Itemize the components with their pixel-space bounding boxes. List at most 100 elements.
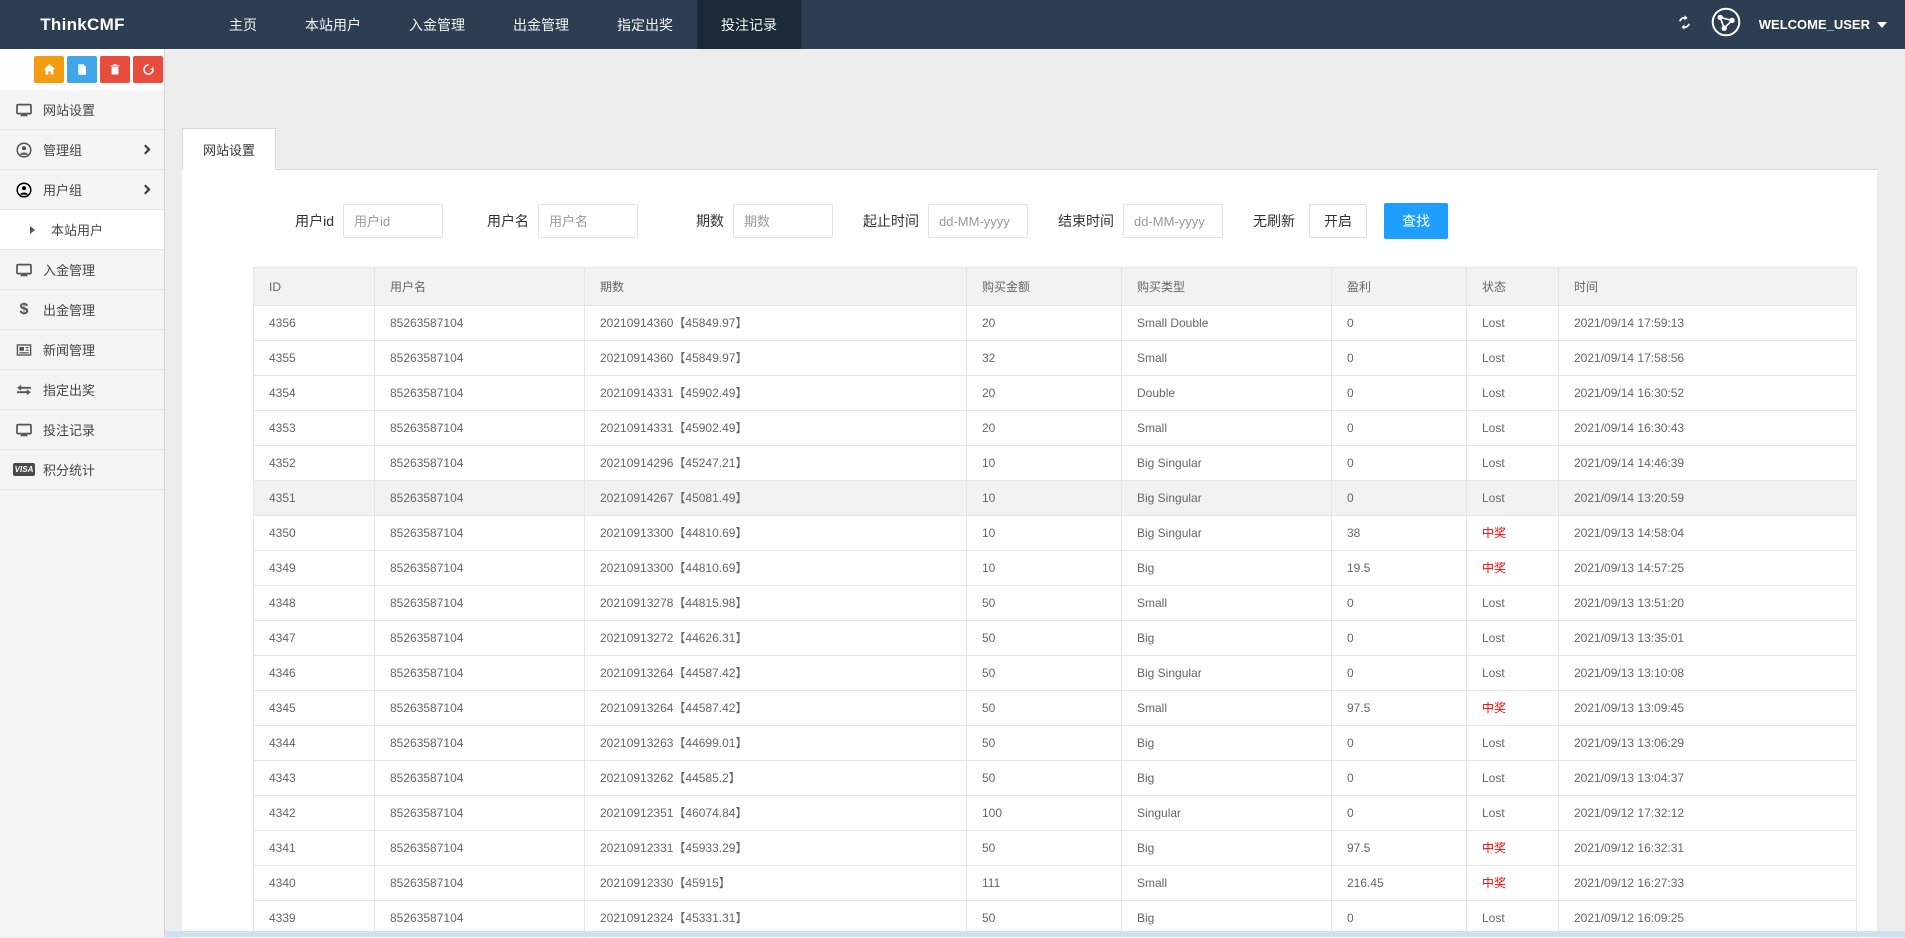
table-row: 43468526358710420210913264【44587.42】50Bi… <box>254 656 1857 691</box>
user-circle-icon <box>14 142 34 158</box>
file-button[interactable] <box>67 56 97 83</box>
status-cell: Lost <box>1467 761 1559 796</box>
table-row: 43428526358710420210912351【46074.84】100S… <box>254 796 1857 831</box>
column-header: 期数 <box>585 268 967 306</box>
table-row: 43558526358710420210914360【45849.97】32Sm… <box>254 341 1857 376</box>
status-cell: Lost <box>1467 621 1559 656</box>
sidebar: 网站设置管理组用户组本站用户入金管理$出金管理新闻管理指定出奖投注记录VISA积… <box>0 49 165 937</box>
user-circle-icon <box>14 182 34 198</box>
filter-input[interactable] <box>1123 204 1223 238</box>
no-refresh-label: 无刷新 <box>1253 211 1295 231</box>
sidebar-item[interactable]: 本站用户 <box>0 210 164 250</box>
sidebar-menu: 网站设置管理组用户组本站用户入金管理$出金管理新闻管理指定出奖投注记录VISA积… <box>0 90 164 490</box>
nav-item[interactable]: 本站用户 <box>281 0 385 49</box>
username-label: WELCOME_USER <box>1759 17 1870 32</box>
sidebar-item[interactable]: 指定出奖 <box>0 370 164 410</box>
search-button[interactable]: 查找 <box>1384 203 1448 239</box>
table-row: 43448526358710420210913263【44699.01】50Bi… <box>254 726 1857 761</box>
status-cell: Lost <box>1467 726 1559 761</box>
table-row: 43548526358710420210914331【45902.49】20Do… <box>254 376 1857 411</box>
dollar-icon: $ <box>14 301 34 319</box>
news-icon <box>14 342 34 358</box>
table-body: 43568526358710420210914360【45849.97】20Sm… <box>254 306 1857 938</box>
table-header-row: ID用户名期数购买金额购买类型盈利状态时间 <box>254 268 1857 306</box>
column-header: 时间 <box>1559 268 1857 306</box>
sidebar-item[interactable]: 用户组 <box>0 170 164 210</box>
table-row: 43478526358710420210913272【44626.31】50Bi… <box>254 621 1857 656</box>
app-logo[interactable]: ThinkCMF <box>0 0 165 49</box>
recycle-button[interactable] <box>133 56 163 83</box>
status-cell: 中奖 <box>1467 691 1559 726</box>
home-icon <box>43 63 56 76</box>
top-navbar: ThinkCMF 主页本站用户入金管理出金管理指定出奖投注记录 <box>0 0 1905 49</box>
filter-input[interactable] <box>733 204 833 238</box>
status-cell: 中奖 <box>1467 516 1559 551</box>
column-header: 盈利 <box>1332 268 1467 306</box>
tab-site-settings[interactable]: 网站设置 <box>182 128 276 170</box>
user-menu[interactable]: WELCOME_USER <box>1759 17 1887 32</box>
filter-label: 结束时间 <box>1028 211 1123 231</box>
status-cell: Lost <box>1467 446 1559 481</box>
table-row: 43438526358710420210913262【44585.2】50Big… <box>254 761 1857 796</box>
filter-fields: 用户id 用户名 期数 起止时间 结束时间 <box>248 204 1223 238</box>
status-cell: 中奖 <box>1467 831 1559 866</box>
filter-input[interactable] <box>538 204 638 238</box>
horizontal-scrollbar[interactable] <box>165 931 1905 937</box>
filter-bar: 用户id 用户名 期数 起止时间 结束时间 无刷新 开启 查找 <box>182 170 1877 239</box>
triangle-right-icon <box>30 226 35 234</box>
navbar-menu: 主页本站用户入金管理出金管理指定出奖投注记录 <box>205 0 801 49</box>
sidebar-item[interactable]: $出金管理 <box>0 290 164 330</box>
refresh-button[interactable] <box>1676 14 1693 36</box>
records-table: ID用户名期数购买金额购买类型盈利状态时间 435685263587104202… <box>253 267 1857 938</box>
home-button[interactable] <box>34 56 64 83</box>
table-row: 43528526358710420210914296【45247.21】10Bi… <box>254 446 1857 481</box>
visa-icon: VISA <box>14 463 34 476</box>
monitor-icon <box>14 262 34 278</box>
column-header: 购买类型 <box>1122 268 1332 306</box>
chevron-down-icon <box>1877 22 1887 28</box>
filter-label: 起止时间 <box>833 211 928 231</box>
user-avatar[interactable] <box>1711 7 1741 42</box>
status-cell: Lost <box>1467 341 1559 376</box>
nav-item[interactable]: 主页 <box>205 0 281 49</box>
status-cell: Lost <box>1467 411 1559 446</box>
file-icon <box>76 63 88 76</box>
status-cell: Lost <box>1467 376 1559 411</box>
monitor-icon <box>14 422 34 438</box>
status-cell: Lost <box>1467 796 1559 831</box>
status-cell: Lost <box>1467 481 1559 516</box>
sidebar-toolbar <box>0 49 164 90</box>
sidebar-item[interactable]: 管理组 <box>0 130 164 170</box>
filter-input[interactable] <box>928 204 1028 238</box>
records-table-wrap: ID用户名期数购买金额购买类型盈利状态时间 435685263587104202… <box>253 267 1857 938</box>
filter-input[interactable] <box>343 204 443 238</box>
no-refresh-toggle-button[interactable]: 开启 <box>1309 204 1367 238</box>
filter-label: 用户id <box>248 211 343 231</box>
sidebar-item[interactable]: 入金管理 <box>0 250 164 290</box>
column-header: 购买金额 <box>967 268 1122 306</box>
recycle-icon <box>142 63 155 76</box>
content-panel: 用户id用户名期数起止时间结束时间 无刷新 开启 查找 ID用户名期数购买金额购… <box>182 170 1877 938</box>
nav-item[interactable]: 指定出奖 <box>593 0 697 49</box>
refresh-icon <box>1676 14 1693 36</box>
sidebar-item[interactable]: 投注记录 <box>0 410 164 450</box>
chevron-right-icon <box>141 145 151 155</box>
trash-button[interactable] <box>100 56 130 83</box>
sidebar-item[interactable]: 网站设置 <box>0 90 164 130</box>
nav-item[interactable]: 投注记录 <box>697 0 801 49</box>
table-row: 43418526358710420210912331【45933.29】50Bi… <box>254 831 1857 866</box>
filter-label: 期数 <box>638 211 733 231</box>
table-row: 43568526358710420210914360【45849.97】20Sm… <box>254 306 1857 341</box>
trash-icon <box>109 63 121 76</box>
nav-item[interactable]: 入金管理 <box>385 0 489 49</box>
main-area: 网站设置 用户id用户名期数起止时间结束时间 无刷新 开启 查找 ID用户名期数… <box>166 49 1905 937</box>
sidebar-item[interactable]: VISA积分统计 <box>0 450 164 490</box>
filter-label: 用户名 <box>443 211 538 231</box>
sidebar-item[interactable]: 新闻管理 <box>0 330 164 370</box>
table-row: 43408526358710420210912330【45915】111Smal… <box>254 866 1857 901</box>
status-cell: Lost <box>1467 656 1559 691</box>
nav-item[interactable]: 出金管理 <box>489 0 593 49</box>
status-cell: 中奖 <box>1467 866 1559 901</box>
table-row: 43538526358710420210914331【45902.49】20Sm… <box>254 411 1857 446</box>
table-row: 43508526358710420210913300【44810.69】10Bi… <box>254 516 1857 551</box>
